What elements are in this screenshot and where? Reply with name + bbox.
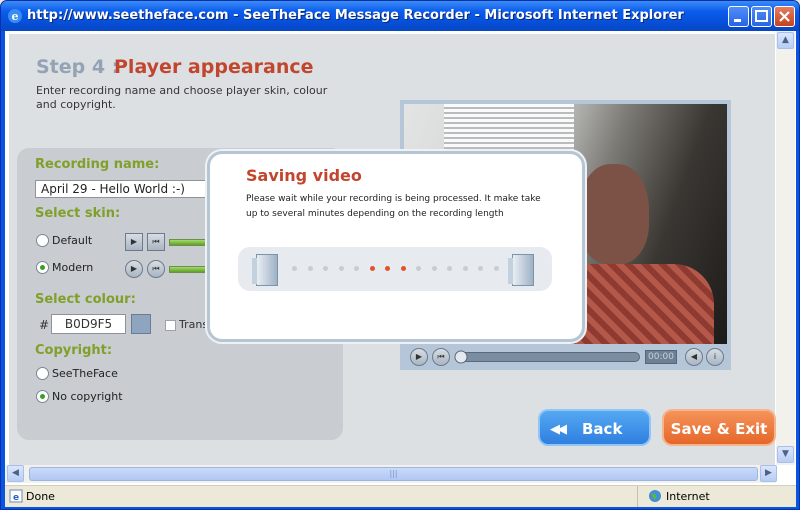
progress-dot bbox=[385, 266, 390, 271]
horizontal-scroll-thumb[interactable]: ||| bbox=[29, 467, 758, 481]
computer-icon bbox=[252, 254, 278, 286]
zone-text: Internet bbox=[666, 490, 710, 503]
play-icon: ▶ bbox=[125, 233, 143, 251]
copyright-none-label: No copyright bbox=[52, 390, 123, 403]
skin-default-preview: ▶ ⏮ bbox=[125, 232, 215, 252]
progress-dot bbox=[292, 266, 297, 271]
server-icon bbox=[508, 254, 534, 286]
dialog-title: Saving video bbox=[246, 166, 362, 185]
ie-logo-icon: e bbox=[8, 9, 22, 23]
play-icon: ▶ bbox=[125, 260, 143, 278]
page-done-icon: e bbox=[9, 489, 23, 503]
seek-handle-icon[interactable] bbox=[454, 350, 468, 364]
colour-picker-button[interactable] bbox=[131, 314, 151, 334]
scroll-right-button[interactable]: ▶ bbox=[760, 465, 777, 482]
rewind-icon: ⏮ bbox=[147, 233, 165, 251]
skin-modern-radio[interactable] bbox=[36, 261, 49, 274]
progress-dot bbox=[416, 266, 421, 271]
scroll-left-button[interactable]: ◀ bbox=[7, 465, 24, 482]
svg-text:e: e bbox=[12, 10, 19, 23]
copyright-label: Copyright: bbox=[35, 343, 113, 358]
copyright-seetheface-radio[interactable] bbox=[36, 367, 49, 380]
colour-label: Select colour: bbox=[35, 292, 136, 307]
step-number: Step 4 : bbox=[36, 56, 120, 78]
progress-dot bbox=[447, 266, 452, 271]
recorder-app: Step 4 : Player appearance Enter recordi… bbox=[9, 34, 776, 466]
back-button-label: Back bbox=[582, 420, 623, 438]
recording-name-input[interactable]: April 29 - Hello World :-) bbox=[35, 180, 215, 198]
video-controls: ▶ ⏮ 00:00 ◀ i bbox=[404, 347, 727, 367]
skin-label: Select skin: bbox=[35, 206, 121, 221]
window-title: http://www.seetheface.com - SeeTheFace M… bbox=[27, 8, 684, 23]
maximize-button[interactable] bbox=[751, 6, 772, 27]
saving-dialog: Saving video Please wait while your reco… bbox=[207, 151, 585, 342]
progress-dot bbox=[369, 266, 375, 271]
progress-dot bbox=[354, 266, 359, 271]
rewind-icon: ⏮ bbox=[147, 260, 165, 278]
recording-name-label: Recording name: bbox=[35, 157, 160, 172]
progress-dot bbox=[400, 266, 406, 271]
scroll-up-button[interactable]: ▲ bbox=[777, 32, 794, 49]
progress-dot bbox=[431, 266, 437, 271]
back-button[interactable]: ◀◀ Back bbox=[538, 409, 651, 446]
transparent-checkbox[interactable] bbox=[165, 320, 176, 331]
video-rewind-icon[interactable]: ⏮ bbox=[432, 348, 450, 366]
progress-dot bbox=[338, 266, 344, 271]
colour-input[interactable]: B0D9F5 bbox=[51, 314, 126, 334]
step-description: Enter recording name and choose player s… bbox=[36, 84, 328, 111]
progress-dot bbox=[478, 266, 483, 271]
info-icon[interactable]: i bbox=[706, 348, 724, 366]
progress-dot bbox=[493, 266, 499, 271]
vertical-scrollbar[interactable]: ▲ ▼ bbox=[776, 31, 795, 465]
svg-text:e: e bbox=[13, 493, 19, 503]
progress-dot bbox=[307, 266, 313, 271]
dialog-message: Please wait while your recording is bein… bbox=[246, 194, 541, 219]
save-exit-button[interactable]: Save & Exit bbox=[662, 409, 776, 446]
video-play-icon[interactable]: ▶ bbox=[410, 348, 428, 366]
person-head bbox=[579, 164, 649, 264]
upload-progress bbox=[238, 247, 552, 291]
horizontal-scrollbar[interactable]: ◀ ||| ▶ bbox=[5, 465, 777, 483]
copyright-none-radio[interactable] bbox=[36, 390, 49, 403]
skin-default-label: Default bbox=[52, 234, 93, 247]
video-time: 00:00 bbox=[645, 350, 677, 364]
scroll-down-button[interactable]: ▼ bbox=[777, 446, 794, 463]
step-title: Player appearance bbox=[114, 56, 314, 78]
skin-modern-label: Modern bbox=[52, 261, 94, 274]
skin-default-radio[interactable] bbox=[36, 234, 49, 247]
ie-window: e http://www.seetheface.com - SeeTheFace… bbox=[0, 0, 800, 510]
progress-dot bbox=[462, 266, 468, 271]
minimize-button[interactable] bbox=[728, 6, 749, 27]
close-button[interactable] bbox=[774, 6, 795, 27]
internet-globe-icon bbox=[649, 490, 661, 502]
progress-dot bbox=[323, 266, 328, 271]
copyright-seetheface-label: SeeTheFace bbox=[52, 367, 118, 380]
colour-hash: # bbox=[39, 318, 50, 332]
video-seek-bar[interactable] bbox=[454, 350, 640, 364]
status-divider bbox=[637, 486, 638, 507]
volume-icon[interactable]: ◀ bbox=[685, 348, 703, 366]
double-chevron-left-icon: ◀◀ bbox=[550, 422, 567, 437]
browser-content: Step 4 : Player appearance Enter recordi… bbox=[5, 31, 796, 485]
status-text: Done bbox=[26, 490, 55, 503]
status-bar: e Done Internet bbox=[5, 485, 796, 507]
skin-modern-preview: ▶ ⏮ bbox=[125, 259, 215, 279]
title-bar[interactable]: e http://www.seetheface.com - SeeTheFace… bbox=[1, 1, 799, 31]
